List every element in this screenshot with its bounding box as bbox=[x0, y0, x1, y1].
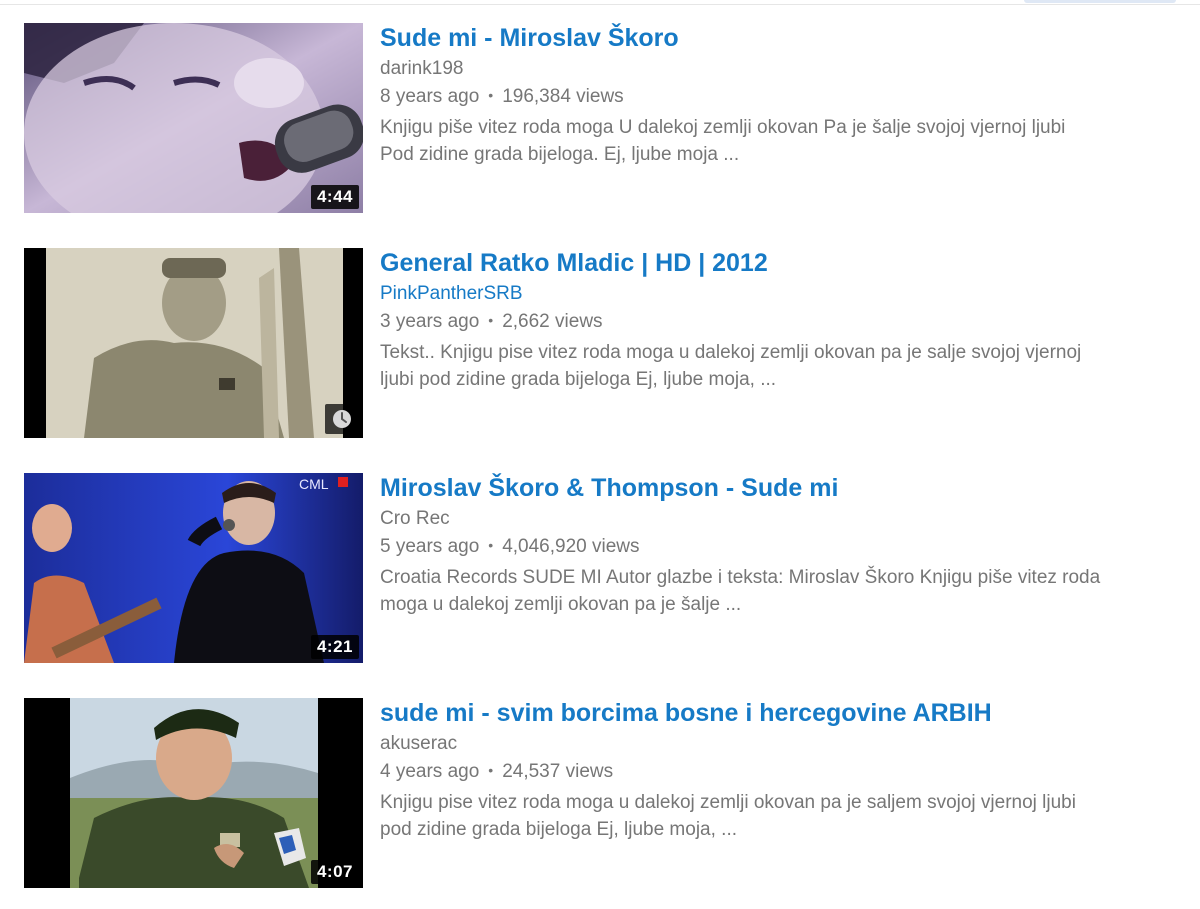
channel-link[interactable]: Cro Rec bbox=[380, 507, 1180, 531]
description-line: Tekst.. Knjigu pise vitez roda moga u da… bbox=[380, 342, 1082, 363]
video-thumbnail[interactable] bbox=[24, 248, 363, 438]
separator-dot: • bbox=[488, 87, 494, 103]
upload-age: 5 years ago bbox=[380, 536, 480, 557]
separator-dot: • bbox=[488, 762, 494, 778]
description-line: pod zidine grada bijeloga Ej, ljube moja… bbox=[380, 819, 738, 840]
description-line: ljubi pod zidine grada bijeloga Ej, ljub… bbox=[380, 369, 777, 390]
video-thumbnail[interactable]: 4:07 bbox=[24, 698, 363, 888]
view-count: 2,662 views bbox=[502, 311, 603, 332]
video-duration: 4:21 bbox=[310, 635, 359, 659]
description-line: Croatia Records SUDE MI Autor glazbe i t… bbox=[380, 567, 1101, 588]
separator-dot: • bbox=[488, 312, 494, 328]
description-line: Knjigu pise vitez roda moga u dalekoj ze… bbox=[380, 792, 1076, 813]
video-title-link[interactable]: sude mi - svim borcima bosne i hercegovi… bbox=[380, 698, 1180, 728]
video-stats: 3 years ago • 2,662 views bbox=[380, 308, 1180, 334]
description-line: moga u dalekoj zemlji okovan pa je šalje… bbox=[380, 594, 742, 615]
upload-age: 4 years ago bbox=[380, 761, 480, 782]
view-count: 24,537 views bbox=[502, 761, 614, 782]
header-divider bbox=[0, 4, 1200, 5]
thumbnail-overlay-text: CML bbox=[299, 476, 329, 492]
video-title-link[interactable]: Sude mi - Miroslav Škoro bbox=[380, 23, 1180, 53]
video-meta: sude mi - svim borcima bosne i hercegovi… bbox=[380, 698, 1180, 843]
thumbnail-image-general-sepia bbox=[24, 248, 363, 438]
video-meta: Sude mi - Miroslav Škoro darink198 8 yea… bbox=[380, 23, 1180, 168]
video-meta: Miroslav Škoro & Thompson - Sude mi Cro … bbox=[380, 473, 1180, 618]
video-thumbnail[interactable]: 4:44 bbox=[24, 23, 363, 213]
view-count: 4,046,920 views bbox=[502, 536, 640, 557]
video-description: Knjigu pise vitez roda moga u dalekoj ze… bbox=[380, 789, 1180, 843]
video-meta: General Ratko Mladic | HD | 2012 PinkPan… bbox=[380, 248, 1180, 393]
view-count: 196,384 views bbox=[502, 86, 624, 107]
description-line: Pod zidine grada bijeloga. Ej, ljube moj… bbox=[380, 144, 740, 165]
header-tab-edge bbox=[1024, 0, 1176, 3]
video-result-2[interactable]: General Ratko Mladic | HD | 2012 PinkPan… bbox=[24, 248, 1184, 438]
clock-icon bbox=[333, 410, 351, 428]
description-line: Knjigu piše vitez roda moga U dalekoj ze… bbox=[380, 117, 1066, 138]
upload-age: 3 years ago bbox=[380, 311, 480, 332]
video-description: Tekst.. Knjigu pise vitez roda moga u da… bbox=[380, 339, 1180, 393]
video-result-4[interactable]: 4:07 sude mi - svim borcima bosne i herc… bbox=[24, 698, 1184, 888]
video-title-link[interactable]: Miroslav Škoro & Thompson - Sude mi bbox=[380, 473, 1180, 503]
video-stats: 4 years ago • 24,537 views bbox=[380, 758, 1180, 784]
channel-link[interactable]: PinkPantherSRB bbox=[380, 282, 1180, 306]
video-description: Croatia Records SUDE MI Autor glazbe i t… bbox=[380, 564, 1180, 618]
separator-dot: • bbox=[488, 537, 494, 553]
video-result-1[interactable]: 4:44 Sude mi - Miroslav Škoro darink198 … bbox=[24, 23, 1184, 213]
video-stats: 5 years ago • 4,046,920 views bbox=[380, 533, 1180, 559]
channel-link[interactable]: akuserac bbox=[380, 732, 1180, 756]
search-results-page: 4:44 Sude mi - Miroslav Škoro darink198 … bbox=[0, 0, 1200, 909]
video-duration: 4:07 bbox=[310, 860, 359, 884]
video-stats: 8 years ago • 196,384 views bbox=[380, 83, 1180, 109]
video-title-link[interactable]: General Ratko Mladic | HD | 2012 bbox=[380, 248, 1180, 278]
watch-later-button[interactable] bbox=[325, 404, 359, 434]
video-description: Knjigu piše vitez roda moga U dalekoj ze… bbox=[380, 114, 1180, 168]
video-result-3[interactable]: CML 4:21 Miroslav Škoro & Thompson - Sud… bbox=[24, 473, 1184, 663]
video-duration: 4:44 bbox=[310, 185, 359, 209]
upload-age: 8 years ago bbox=[380, 86, 480, 107]
video-thumbnail[interactable]: CML 4:21 bbox=[24, 473, 363, 663]
channel-link[interactable]: darink198 bbox=[380, 57, 1180, 81]
